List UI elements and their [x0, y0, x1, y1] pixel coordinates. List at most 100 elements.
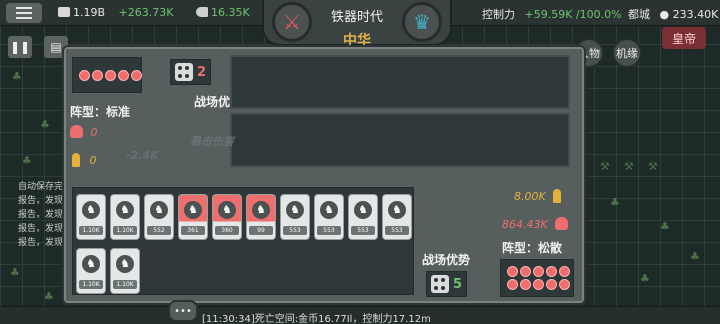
knight-icon: ♞ — [116, 255, 134, 273]
emperor-label: 皇帝 — [671, 31, 696, 46]
log-line: 报告，发现 — [18, 238, 64, 248]
control-power: 控制力 +59.59K /100.0% — [482, 6, 622, 22]
unit-hp: 1.10K — [79, 280, 103, 289]
tree-icon: ♣ — [690, 250, 700, 263]
emperor-button[interactable]: 皇帝 — [662, 27, 706, 49]
tree-icon: ♣ — [10, 266, 20, 279]
unit-hp: 553 — [351, 226, 375, 235]
enemy-dice: 2 — [170, 59, 212, 85]
dice-dot — [118, 69, 129, 81]
skull-icon — [555, 217, 569, 230]
dice-dot — [546, 279, 557, 290]
unit-card[interactable]: ♞ 553 — [382, 194, 412, 240]
chat-icon: ••• — [174, 305, 192, 317]
chat-button[interactable]: ••• — [168, 300, 198, 322]
knight-icon: ♞ — [82, 255, 100, 273]
log-line: 自动保存完 — [18, 182, 64, 192]
unit-card[interactable]: ♞ 99 — [246, 194, 276, 240]
menu-button[interactable] — [6, 3, 42, 23]
unit-row: ♞ 1.10K ♞ 1.10K ♞ 552 ♞ 361 ♞ 360 ♞ 99 ♞ 553 ♞ 553 ♞ 553 ♞… — [76, 194, 412, 240]
dice-dot — [533, 266, 544, 277]
player-troops-value: 8.00K — [514, 190, 546, 203]
knight-icon: ♞ — [354, 201, 372, 219]
enemy-formation: 阵型：标准 — [70, 105, 131, 119]
pause-button[interactable]: ❚❚ — [8, 36, 32, 58]
unit-hp: 553 — [385, 226, 409, 235]
unit-card[interactable]: ♞ 553 — [348, 194, 378, 240]
unit-hp: 1.10K — [113, 280, 137, 289]
person-icon — [553, 189, 562, 203]
knight-icon: ♞ — [320, 201, 338, 219]
opportunity-button[interactable]: 机缘 — [612, 38, 642, 68]
dice-dot — [520, 266, 531, 277]
unit-card[interactable]: ♞ 1.10K — [76, 194, 106, 240]
knight-icon: ♞ — [252, 201, 270, 219]
unit-card[interactable]: ♞ 553 — [280, 194, 310, 240]
gold-value: 1.19B — [73, 6, 106, 19]
player-dice-dots — [500, 259, 574, 297]
tree-icon: ♣ — [22, 154, 32, 167]
unit-card[interactable]: ♞ 1.10K — [110, 248, 140, 294]
log-line: 报告，发现 — [18, 224, 64, 234]
knight-icon: ♞ — [218, 201, 236, 219]
dice-dot — [533, 279, 544, 290]
era-header: ⚔ 铁器时代 中华 ♛ — [262, 0, 452, 49]
unit-hp: 552 — [147, 226, 171, 235]
unit-hp: 553 — [317, 226, 341, 235]
player-advantage-label: 战场优势 — [422, 253, 471, 267]
dice-dot — [559, 266, 570, 277]
dice-dot — [520, 279, 531, 290]
unit-card[interactable]: ♞ 553 — [314, 194, 344, 240]
battle-panel: 2 战场优势 阵型：标准 0 0 -2.4K 暴击伤害 ♞ 1.10K ♞ 1.10K… — [64, 47, 584, 303]
knight-icon: ♞ — [388, 201, 406, 219]
save-icon: ▤ — [50, 40, 62, 54]
crossed-tools-icon: ⚒ — [648, 160, 658, 173]
unit-cards-area: ♞ 1.10K ♞ 1.10K ♞ 552 ♞ 361 ♞ 360 ♞ 99 ♞ 553 ♞ 553 ♞ 553 ♞… — [72, 187, 414, 295]
latest-message: [11:30:34]死亡空间:金币16.77Il，控制力17.12m — [202, 314, 431, 324]
coin-icon — [58, 7, 70, 17]
dice-icon — [175, 63, 193, 81]
dice-icon — [431, 275, 449, 293]
enemy-troops: 0 — [72, 153, 97, 167]
dice-dot — [507, 279, 518, 290]
unit-hp: 1.10K — [79, 226, 103, 235]
knight-icon: ♞ — [286, 201, 304, 219]
tree-icon: ♣ — [610, 196, 620, 209]
unit-hp: 553 — [283, 226, 307, 235]
enemy-deaths: 0 — [70, 125, 98, 139]
opportunity-label: 机缘 — [616, 47, 638, 60]
log-line: 报告，发现 — [18, 196, 64, 206]
unit-card[interactable]: ♞ 552 — [144, 194, 174, 240]
capital-label: 都城 — [628, 8, 650, 21]
enemy-dice-value: 2 — [197, 64, 207, 80]
unit-card[interactable]: ♞ 1.10K — [110, 194, 140, 240]
tree-icon: ♣ — [660, 220, 670, 233]
unit-card[interactable]: ♞ 360 — [212, 194, 242, 240]
log-line: 报告，发现 — [18, 210, 64, 220]
tree-icon: ♣ — [40, 118, 50, 131]
unit-card[interactable]: ♞ 361 — [178, 194, 208, 240]
power-change: +59.59K /100.0% — [524, 8, 622, 21]
unit-hp: 360 — [215, 226, 239, 235]
dice-dot — [79, 69, 90, 81]
player-formation: 阵型：松散 — [502, 241, 563, 255]
bottom-message-bar: [11:30:34]死亡空间:金币16.77Il，控制力17.12m — [0, 306, 720, 324]
side-report-log: 自动保存完 报告，发现 报告，发现 报告，发现 报告，发现 — [18, 180, 63, 250]
battle-log-top — [230, 55, 570, 109]
unit-card[interactable]: ♞ 1.10K — [76, 248, 106, 294]
power-label: 控制力 — [482, 8, 515, 21]
crossed-tools-icon: ⚒ — [600, 160, 610, 173]
crown-icon[interactable]: ♛ — [402, 2, 442, 42]
pause-icon: ❚❚ — [9, 40, 31, 54]
enemy-dice-dots — [72, 57, 142, 93]
floating-damage: -2.4K — [126, 149, 159, 162]
person-icon — [72, 153, 80, 167]
player-dice-value: 5 — [453, 276, 463, 292]
player-troops: 8.00K — [514, 189, 562, 203]
player-deaths: 864.43K — [502, 217, 569, 231]
population-icon: ● — [659, 8, 670, 21]
knight-icon: ♞ — [116, 201, 134, 219]
battle-log-middle — [230, 113, 570, 167]
enemy-deaths-value: 0 — [90, 126, 98, 139]
skull-icon — [70, 125, 83, 138]
